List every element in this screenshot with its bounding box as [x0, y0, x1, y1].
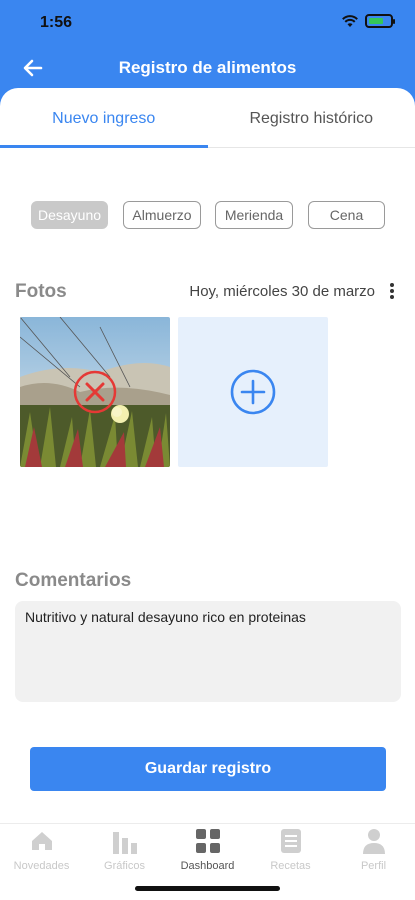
food-photo[interactable]: [20, 317, 170, 467]
tab-nuevo-ingreso[interactable]: Nuevo ingreso: [0, 88, 208, 148]
meal-selector: Desayuno Almuerzo Merienda Cena: [0, 201, 415, 229]
battery-icon: [365, 14, 395, 28]
nav-label: Recetas: [270, 860, 311, 872]
plus-circle-icon: [230, 369, 276, 415]
page-title: Registro de alimentos: [118, 58, 297, 77]
home-icon: [31, 832, 52, 850]
add-photo-button[interactable]: [178, 317, 328, 467]
save-button[interactable]: Guardar registro: [30, 747, 386, 791]
photos-title: Fotos: [15, 281, 67, 302]
recipe-icon: [280, 829, 301, 853]
home-indicator: [135, 886, 280, 891]
more-vertical-icon[interactable]: [387, 280, 397, 302]
nav-label: Perfil: [360, 860, 387, 872]
comments-title: Comentarios: [15, 570, 132, 591]
user-icon: [362, 829, 385, 854]
wifi-icon: [342, 15, 358, 27]
grid-icon: [195, 829, 220, 853]
tab-bar: Nuevo ingreso Registro histórico: [0, 88, 415, 148]
nav-bar: Registro de alimentos: [0, 48, 415, 88]
meal-chip-merienda[interactable]: Merienda: [215, 201, 293, 229]
nav-item-recetas[interactable]: Recetas: [249, 824, 332, 884]
nav-label: Dashboard: [180, 860, 235, 872]
meal-chip-desayuno[interactable]: Desayuno: [31, 201, 108, 229]
nav-item-dashboard[interactable]: Dashboard: [166, 824, 249, 884]
meal-chip-almuerzo[interactable]: Almuerzo: [123, 201, 201, 229]
delete-photo-icon[interactable]: [73, 370, 117, 414]
nav-label: Novedades: [13, 860, 70, 872]
nav-item-graficos[interactable]: Gráficos: [83, 824, 166, 884]
bar-chart-icon: [112, 832, 137, 854]
status-time: 1:56: [40, 14, 73, 31]
tab-registro-historico[interactable]: Registro histórico: [208, 88, 415, 147]
meal-chip-cena[interactable]: Cena: [308, 201, 385, 229]
status-icons: [341, 14, 395, 28]
nav-label: Gráficos: [104, 860, 145, 872]
status-bar: 1:56: [0, 0, 415, 44]
nav-item-perfil[interactable]: Perfil: [332, 824, 415, 884]
nav-item-novedades[interactable]: Novedades: [0, 824, 83, 884]
comments-field[interactable]: Nutritivo y natural desayuno rico en pro…: [15, 601, 401, 702]
date-label: Hoy, miércoles 30 de marzo: [189, 283, 375, 300]
